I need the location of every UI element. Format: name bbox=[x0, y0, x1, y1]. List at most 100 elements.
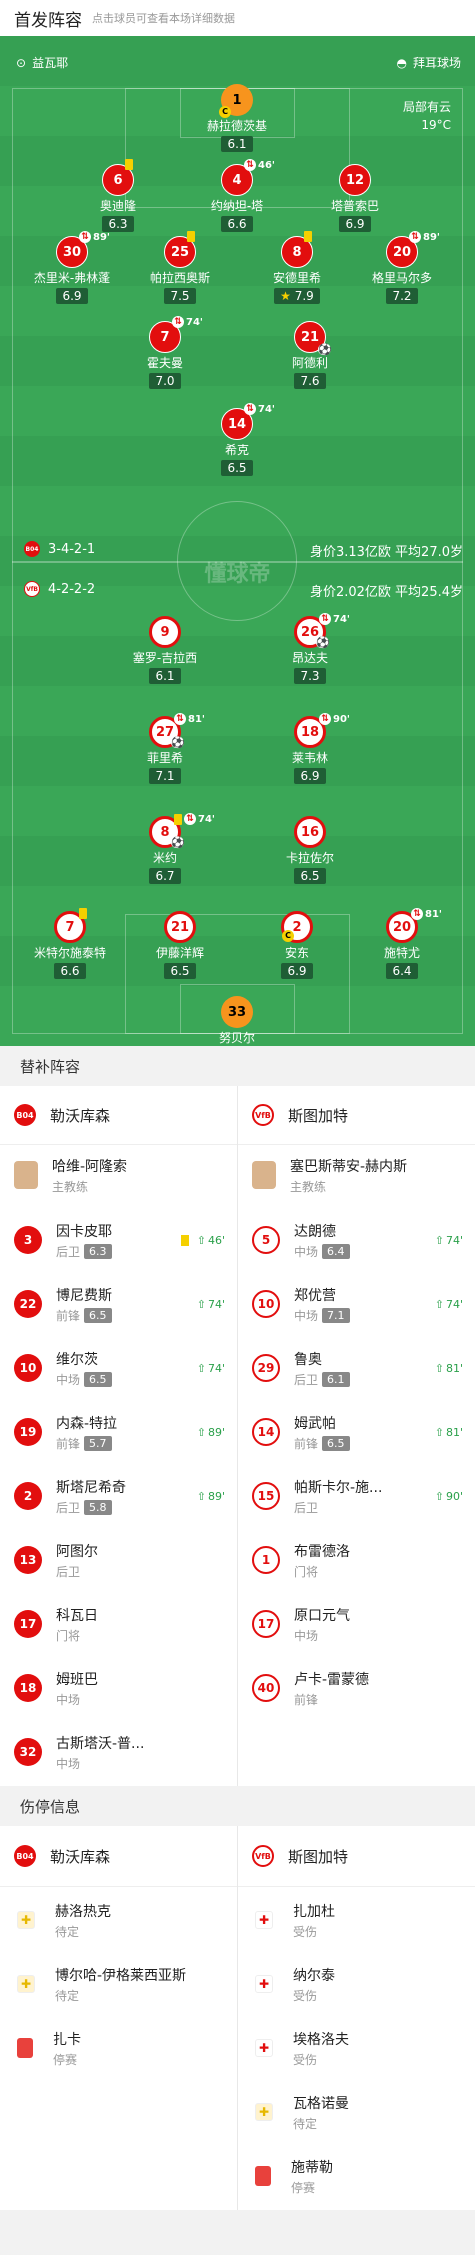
player-home[interactable]: 20 ⇅ 89' 格里马尔多 7.2 bbox=[347, 231, 457, 304]
injury-row[interactable]: ✚ 博尔哈-伊格莱西亚斯 待定 bbox=[0, 1952, 237, 2016]
team-label: 斯图加特 bbox=[288, 1847, 349, 1866]
player-away[interactable]: 9 塞罗-吉拉西 6.1 bbox=[110, 616, 220, 684]
player-number: 14 bbox=[227, 416, 247, 432]
substitution-icon: ⇅ bbox=[172, 316, 184, 328]
sub-player-text: 郑优营 中场 7.1 bbox=[294, 1285, 350, 1324]
sub-player-position: 后卫 bbox=[56, 1244, 81, 1259]
sub-player-row[interactable]: 32 古斯塔沃-普... 中场 bbox=[0, 1720, 237, 1784]
sub-player-row[interactable]: 10 维尔茨 中场 6.5 ⇧ 74' bbox=[0, 1336, 237, 1400]
player-home[interactable]: 25 帕拉西奥斯 7.5 bbox=[125, 231, 235, 304]
event-minute: 90' bbox=[333, 713, 350, 725]
injury-status: 受伤 bbox=[293, 1988, 318, 2003]
player-home[interactable]: 14 ⇅ 74' 希克 6.5 bbox=[182, 403, 292, 476]
sub-in-arrow-icon: ⇧ bbox=[434, 1297, 444, 1311]
coach-row[interactable]: 哈维-阿隆索 主教练 bbox=[0, 1144, 237, 1206]
injury-row[interactable]: ✚ 扎加杜 受伤 bbox=[238, 1888, 475, 1952]
sub-player-name: 布雷德洛 bbox=[294, 1543, 350, 1560]
injury-player-name: 埃格洛夫 bbox=[293, 2031, 349, 2048]
injury-row[interactable]: ✚ 赫洛热克 待定 bbox=[0, 1888, 237, 1952]
rating-value: 6.5 bbox=[227, 461, 247, 475]
player-name: 卡拉佐尔 bbox=[285, 851, 334, 865]
rating-value: 6.9 bbox=[300, 769, 320, 783]
player-home[interactable]: 7 ⇅ 74' 霍夫曼 7.0 bbox=[110, 316, 220, 389]
player-away[interactable]: 7 米特尔施泰特 6.6 bbox=[15, 908, 125, 979]
player-home[interactable]: 21 ⚽ 阿德利 7.6 bbox=[255, 321, 365, 389]
yellow-card-icon bbox=[187, 231, 195, 242]
injury-status: 停赛 bbox=[291, 2180, 316, 2195]
player-shirt-icon: 33 bbox=[221, 996, 253, 1028]
sub-player-meta: 中场 6.5 bbox=[56, 1371, 112, 1388]
substitution-icon: ⇅ bbox=[409, 231, 421, 243]
player-away[interactable]: 27 ⚽ ⇅ 81' 菲里希 7.1 bbox=[110, 713, 220, 784]
player-away[interactable]: 18 ⇅ 90' 莱韦林 6.9 bbox=[255, 713, 365, 784]
sub-player-row[interactable]: 29 鲁奥 后卫 6.1 ⇧ 81' bbox=[238, 1336, 475, 1400]
goal-ball-icon: ⚽ bbox=[318, 343, 332, 356]
sub-player-text: 原口元气 中场 bbox=[294, 1605, 350, 1644]
player-name: 赫拉德茨基 bbox=[206, 119, 267, 133]
player-away[interactable]: 26 ⚽ ⇅ 74' 昂达夫 7.3 bbox=[255, 613, 365, 684]
sub-player-rating: 6.5 bbox=[322, 1435, 350, 1451]
injury-row[interactable]: ✚ 纳尔泰 受伤 bbox=[238, 1952, 475, 2016]
leverkusen-logo-icon: B04 bbox=[14, 1845, 36, 1867]
sub-player-row[interactable]: 40 卢卡-雷蒙德 前锋 bbox=[238, 1656, 475, 1720]
row-divider bbox=[238, 1886, 475, 1887]
player-events: ⇅ 74' bbox=[244, 403, 275, 415]
sub-player-row[interactable]: 1 布雷德洛 门将 bbox=[238, 1528, 475, 1592]
player-number: 12 bbox=[345, 172, 365, 188]
injury-text: 赫洛热克 待定 bbox=[55, 1901, 111, 1940]
player-name: 菲里希 bbox=[146, 751, 183, 765]
sub-player-row[interactable]: 5 达朗德 中场 6.4 ⇧ 74' bbox=[238, 1208, 475, 1272]
sub-player-row[interactable]: 15 帕斯卡尔-施... 后卫 ⇧ 90' bbox=[238, 1464, 475, 1528]
injury-status: 待定 bbox=[55, 1988, 80, 2003]
sub-player-row[interactable]: 18 姆班巴 中场 bbox=[0, 1656, 237, 1720]
injury-player-name: 扎加杜 bbox=[293, 1903, 335, 1920]
sub-player-row[interactable]: 10 郑优营 中场 7.1 ⇧ 74' bbox=[238, 1272, 475, 1336]
injury-row[interactable]: 扎卡 停赛 bbox=[0, 2016, 237, 2080]
sub-player-number: 2 bbox=[14, 1482, 42, 1510]
player-home[interactable]: 30 ⇅ 89' 杰里米-弗林蓬 6.9 bbox=[17, 231, 127, 304]
player-home[interactable]: 4 ⇅ 46' 约纳坦-塔 6.6 bbox=[182, 159, 292, 232]
sub-in-arrow-icon: ⇧ bbox=[196, 1361, 206, 1375]
player-home[interactable]: 6 奥迪隆 6.3 bbox=[63, 159, 173, 232]
sub-player-row[interactable]: 14 姆武帕 前锋 6.5 ⇧ 81' bbox=[238, 1400, 475, 1464]
player-away[interactable]: 16 卡拉佐尔 6.5 bbox=[255, 816, 365, 884]
sub-player-row[interactable]: 22 博尼费斯 前锋 6.5 ⇧ 74' bbox=[0, 1272, 237, 1336]
player-away[interactable]: 20 ⇅ 81' 施特尤 6.4 bbox=[347, 908, 457, 979]
player-away[interactable]: 8 ⚽ ⇅ 74' 米约 6.7 bbox=[110, 813, 220, 884]
sub-in-time: ⇧ 89' bbox=[197, 1426, 225, 1439]
player-home[interactable]: 8 安德里希 ★ 7.9 bbox=[242, 231, 352, 304]
sub-player-number: 10 bbox=[252, 1290, 280, 1318]
sub-player-name: 达朗德 bbox=[294, 1223, 336, 1240]
sub-player-row[interactable]: 3 因卡皮耶 后卫 6.3 ⇧ 46' bbox=[0, 1208, 237, 1272]
sub-player-row[interactable]: 13 阿图尔 后卫 bbox=[0, 1528, 237, 1592]
sub-in-minute: 74' bbox=[445, 1297, 463, 1311]
sub-player-row[interactable]: 19 内森-特拉 前锋 5.7 ⇧ 89' bbox=[0, 1400, 237, 1464]
player-away[interactable]: 2 C 安东 6.9 bbox=[242, 911, 352, 979]
player-away[interactable]: 21 伊藤洋辉 6.5 bbox=[125, 911, 235, 979]
team-row: B04 勒沃库森 bbox=[0, 1826, 237, 1886]
sub-player-row[interactable]: 17 原口元气 中场 bbox=[238, 1592, 475, 1656]
injury-row[interactable]: 施蒂勒 停赛 bbox=[238, 2144, 475, 2208]
team-row: B04 勒沃库森 bbox=[0, 1086, 237, 1144]
venue-right: ◓ 拜耳球场 bbox=[396, 55, 462, 71]
stadium-icon: ◓ bbox=[396, 55, 407, 70]
injury-text: 埃格洛夫 受伤 bbox=[293, 2029, 349, 2068]
subs-section-title: 替补阵容 bbox=[0, 1046, 475, 1086]
player-home[interactable]: 12 塔普索巴 6.9 bbox=[300, 164, 410, 232]
player-away[interactable]: 33努贝尔7.4 bbox=[182, 996, 292, 1046]
injury-row[interactable]: ✚ 瓦格诺曼 待定 bbox=[238, 2080, 475, 2144]
injury-status: 停赛 bbox=[53, 2052, 78, 2067]
team-row: VfB 斯图加特 bbox=[238, 1826, 475, 1886]
injury-player-name: 博尔哈-伊格莱西亚斯 bbox=[55, 1967, 187, 1984]
player-home[interactable]: 1 C 赫拉德茨基 6.1 bbox=[182, 84, 292, 152]
sub-player-row[interactable]: 2 斯塔尼希奇 后卫 5.8 ⇧ 89' bbox=[0, 1464, 237, 1528]
red-card-icon bbox=[17, 2038, 33, 2058]
goal-ball-icon: ⚽ bbox=[316, 636, 330, 649]
sub-in-time: ⇧ 90' bbox=[435, 1490, 463, 1503]
injury-row[interactable]: ✚ 埃格洛夫 受伤 bbox=[238, 2016, 475, 2080]
coach-row[interactable]: 塞巴斯蒂安-赫内斯 主教练 bbox=[238, 1144, 475, 1206]
home-team-value: 身价3.13亿欧 平均27.0岁 bbox=[309, 545, 463, 560]
injury-status: 待定 bbox=[293, 2116, 318, 2131]
team-label: 勒沃库森 bbox=[50, 1847, 111, 1866]
sub-player-row[interactable]: 17 科瓦日 门将 bbox=[0, 1592, 237, 1656]
